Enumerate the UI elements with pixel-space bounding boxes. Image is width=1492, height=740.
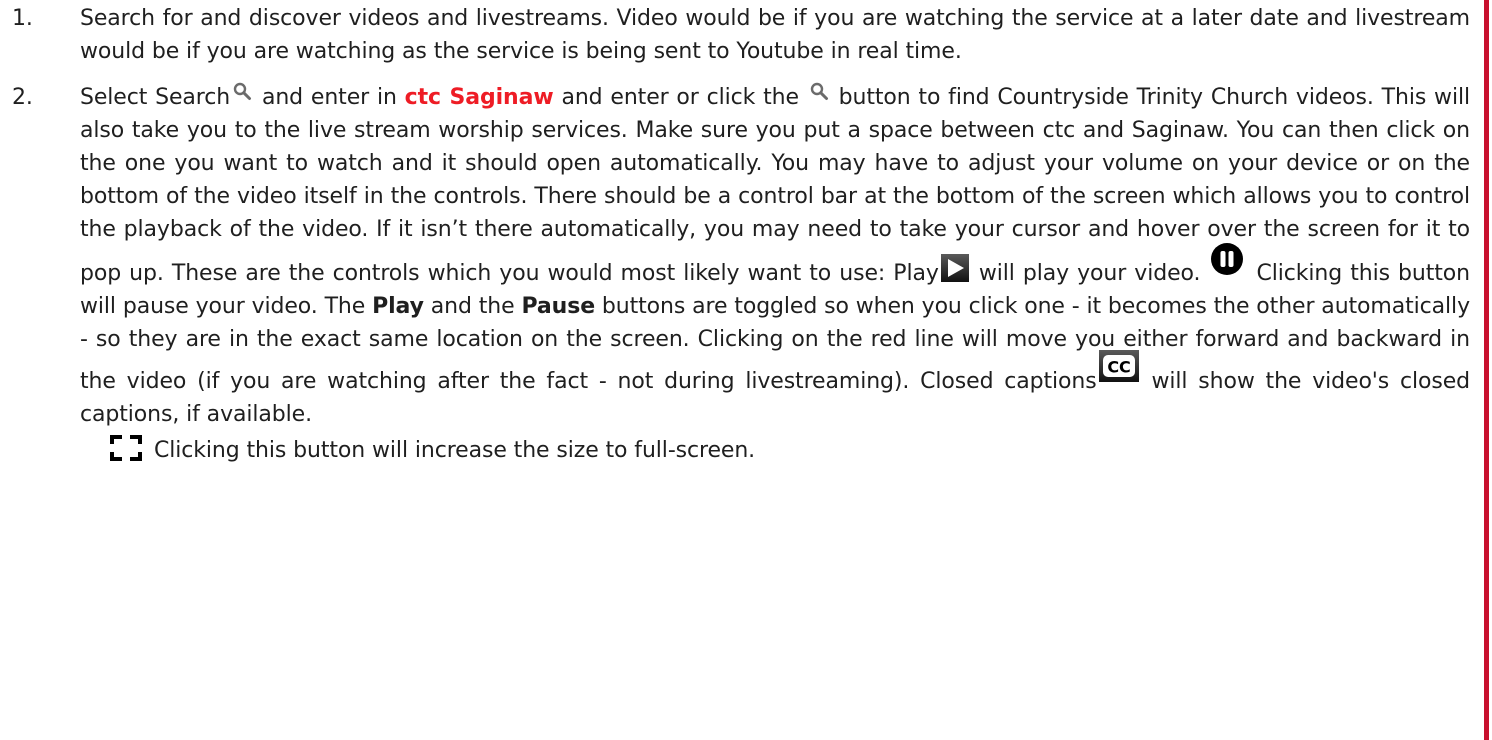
search-term-highlight: ctc Saginaw (404, 85, 554, 110)
paragraph-text: and the (423, 294, 522, 319)
pause-keyword: Pause (521, 294, 596, 319)
closed-captions-icon: CC (1098, 350, 1139, 382)
document-page: 1. Search for and discover videos and li… (0, 0, 1492, 740)
search-icon (810, 82, 828, 100)
instruction-list: 1. Search for and discover videos and li… (0, 0, 1470, 467)
pause-icon (1211, 243, 1244, 275)
svg-text:CC: CC (1107, 358, 1130, 377)
list-item-number: 1. (12, 6, 33, 31)
paragraph-text: and enter in (254, 85, 405, 110)
list-item-text: Search for and discover videos and lives… (80, 6, 1470, 64)
paragraph-text: Select Search (80, 85, 231, 110)
list-item: 2. Select Search and enter in ctc Sagina… (0, 81, 1470, 467)
paragraph-text: will play your video. (970, 261, 1201, 286)
play-keyword: Play (372, 294, 424, 319)
fullscreen-icon (110, 435, 142, 461)
search-icon (233, 82, 252, 100)
paragraph-text: Clicking this button will increase the s… (154, 438, 756, 463)
play-icon (940, 254, 969, 282)
page-accent-rule (1484, 0, 1489, 740)
paragraph-text: button to find Countryside Trinity Churc… (80, 85, 1470, 286)
paragraph-text: and enter or click the (553, 85, 799, 110)
list-item: 1. Search for and discover videos and li… (0, 0, 1470, 68)
list-item-number: 2. (12, 85, 33, 110)
